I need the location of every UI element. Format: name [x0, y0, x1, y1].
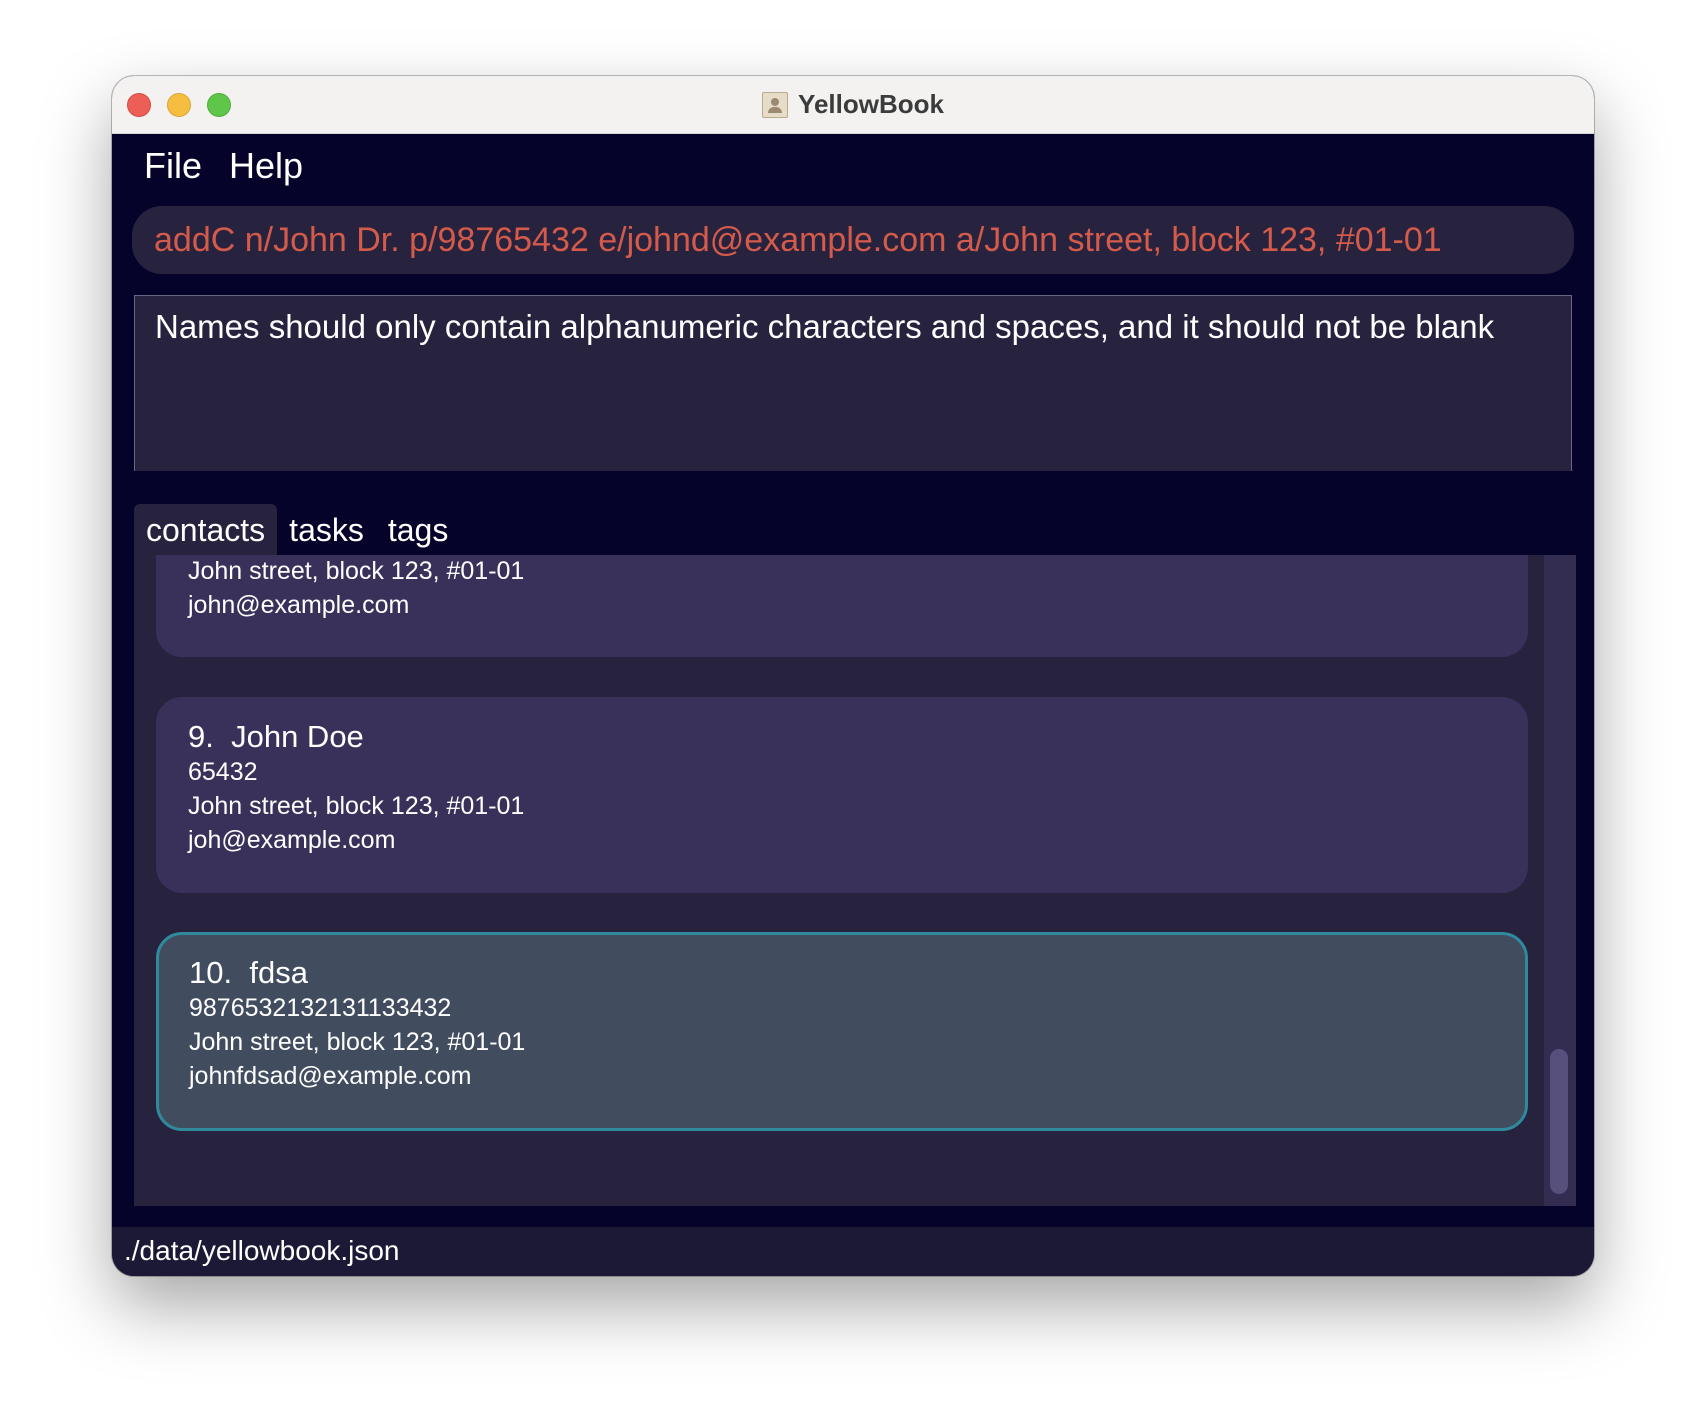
- result-display: Names should only contain alphanumeric c…: [134, 295, 1572, 471]
- contact-name-line: 9. John Doe: [188, 719, 1496, 755]
- title-group: YellowBook: [112, 76, 1594, 133]
- contact-email: joh@example.com: [188, 826, 396, 854]
- contact-name-line: 10. fdsa: [189, 955, 1495, 991]
- contact-list[interactable]: John street, block 123, #01-01 john@exam…: [134, 555, 1576, 1206]
- contact-card-selected[interactable]: 10. fdsa 9876532132131133432 John street…: [156, 932, 1528, 1131]
- tab-tasks[interactable]: tasks: [277, 504, 376, 555]
- tab-tags[interactable]: tags: [376, 504, 460, 555]
- menu-help[interactable]: Help: [229, 145, 303, 187]
- menu-bar: File Help: [112, 133, 1594, 197]
- contact-address: John street, block 123, #01-01: [189, 1028, 526, 1056]
- contact-name: John Doe: [231, 719, 364, 754]
- contact-index: 10.: [189, 955, 233, 990]
- command-input[interactable]: [154, 220, 1552, 260]
- tab-bar: contacts tasks tags: [134, 504, 460, 555]
- contact-email: johnfdsad@example.com: [189, 1062, 472, 1090]
- contact-card[interactable]: John street, block 123, #01-01 john@exam…: [156, 555, 1528, 657]
- contact-address: John street, block 123, #01-01: [188, 557, 525, 585]
- app-window: YellowBook File Help Names should only c…: [112, 76, 1594, 1276]
- data-file-path: ./data/yellowbook.json: [124, 1235, 400, 1266]
- contact-phone: 9876532132131133432: [189, 994, 452, 1022]
- contact-card[interactable]: 9. John Doe 65432 John street, block 123…: [156, 697, 1528, 893]
- scrollbar-track[interactable]: [1544, 555, 1576, 1206]
- command-box: [132, 206, 1574, 274]
- title-bar: YellowBook: [112, 76, 1594, 134]
- scrollbar-thumb[interactable]: [1550, 1049, 1568, 1194]
- tab-contacts[interactable]: contacts: [134, 504, 278, 555]
- contact-email: john@example.com: [188, 591, 410, 619]
- contact-address: John street, block 123, #01-01: [188, 792, 525, 820]
- status-bar: ./data/yellowbook.json: [112, 1227, 1594, 1276]
- window-title: YellowBook: [798, 89, 944, 119]
- contact-index: 9.: [188, 719, 214, 754]
- contacts-app-icon: [762, 91, 789, 118]
- contact-phone: 65432: [188, 758, 258, 786]
- result-message: Names should only contain alphanumeric c…: [155, 308, 1495, 345]
- contact-name: fdsa: [249, 955, 308, 990]
- menu-file[interactable]: File: [144, 145, 202, 187]
